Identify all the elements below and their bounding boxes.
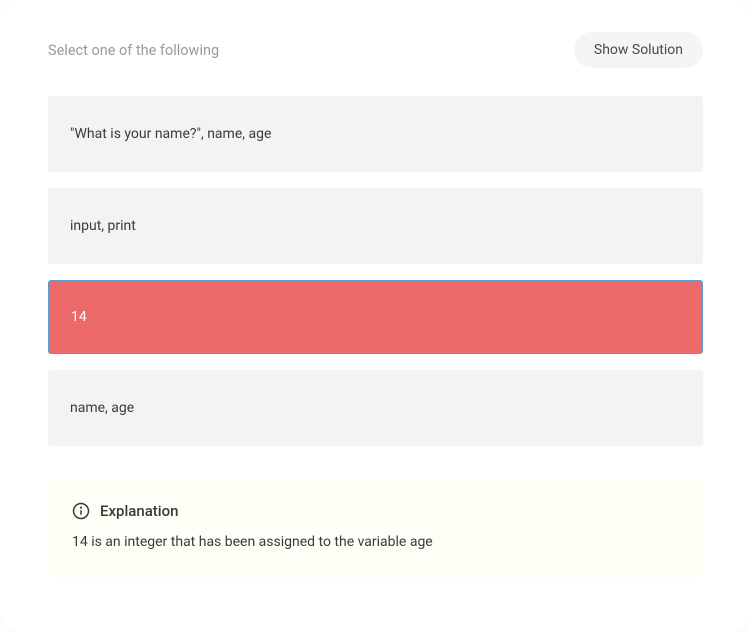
quiz-header: Select one of the following Show Solutio… [48,32,703,68]
quiz-option[interactable]: name, age [48,370,703,446]
show-solution-button[interactable]: Show Solution [574,32,703,68]
quiz-card: Select one of the following Show Solutio… [0,0,751,632]
info-icon [72,502,90,520]
quiz-option[interactable]: input, print [48,188,703,264]
quiz-option-selected-incorrect[interactable]: 14 [48,280,703,354]
explanation-header: Explanation [72,502,679,520]
quiz-option[interactable]: "What is your name?", name, age [48,96,703,172]
explanation-text: 14 is an integer that has been assigned … [72,532,679,553]
explanation-title: Explanation [100,502,178,520]
explanation-box: Explanation 14 is an integer that has be… [48,480,703,577]
quiz-prompt: Select one of the following [48,42,219,59]
